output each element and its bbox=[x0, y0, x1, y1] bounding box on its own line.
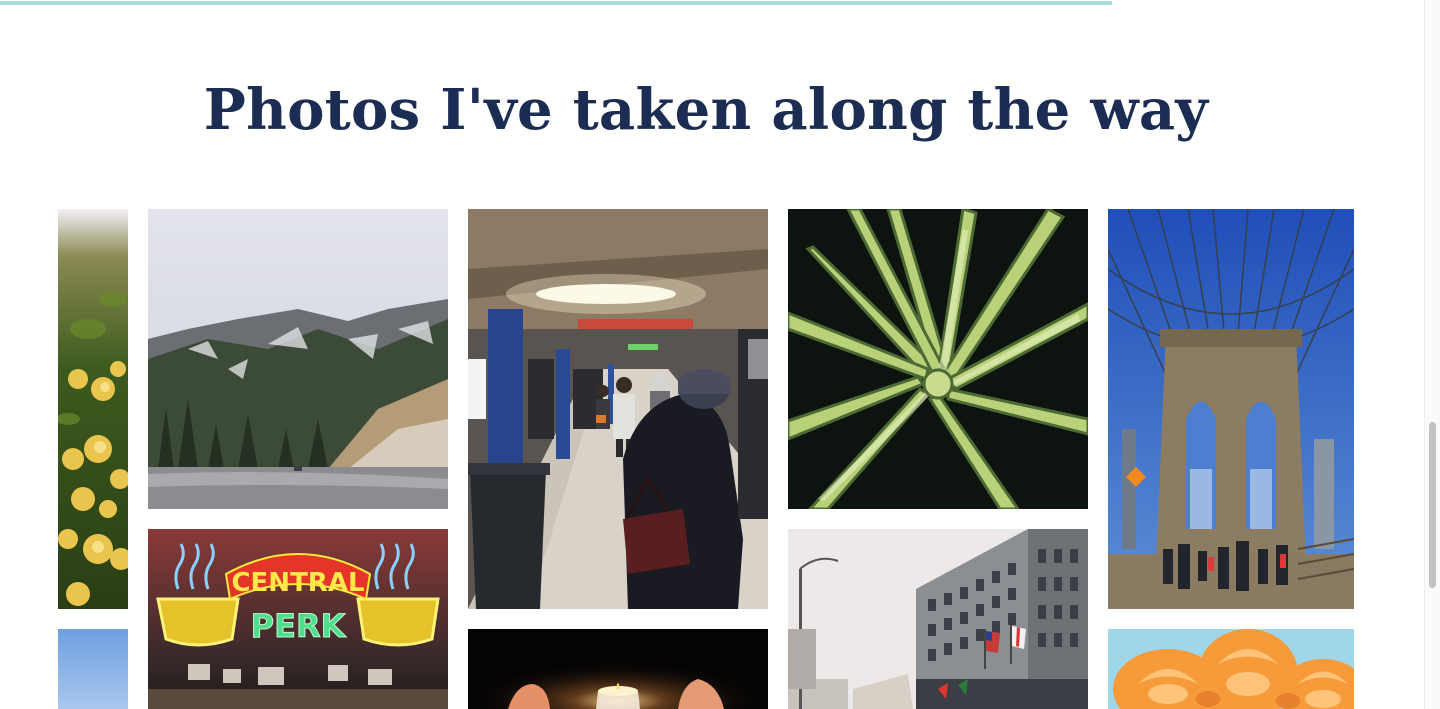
photo-subway-platform[interactable] bbox=[468, 209, 768, 609]
page-title: Photos I've taken along the way bbox=[203, 77, 1209, 143]
scroll-progress-fill bbox=[0, 1, 1112, 5]
scroll-progress-bar bbox=[0, 0, 1425, 5]
photo-agave-plant[interactable] bbox=[788, 209, 1088, 509]
photo-yellow-flowers[interactable] bbox=[58, 209, 128, 609]
neon-central-text: CENTRAL bbox=[231, 568, 364, 598]
photo-central-perk-sign[interactable]: CENTRAL PERK bbox=[148, 529, 448, 709]
photo-snowy-mountain[interactable] bbox=[148, 209, 448, 509]
page-scrollbar[interactable] bbox=[1424, 0, 1440, 709]
photo-brooklyn-bridge[interactable] bbox=[1108, 209, 1354, 609]
photo-blue-sky[interactable] bbox=[58, 629, 128, 709]
photo-orange-roses[interactable] bbox=[1108, 629, 1354, 709]
photo-candle-hands[interactable] bbox=[468, 629, 768, 709]
scrollbar-thumb[interactable] bbox=[1429, 422, 1436, 588]
photo-city-building[interactable] bbox=[788, 529, 1088, 709]
neon-perk-text: PERK bbox=[251, 607, 347, 645]
